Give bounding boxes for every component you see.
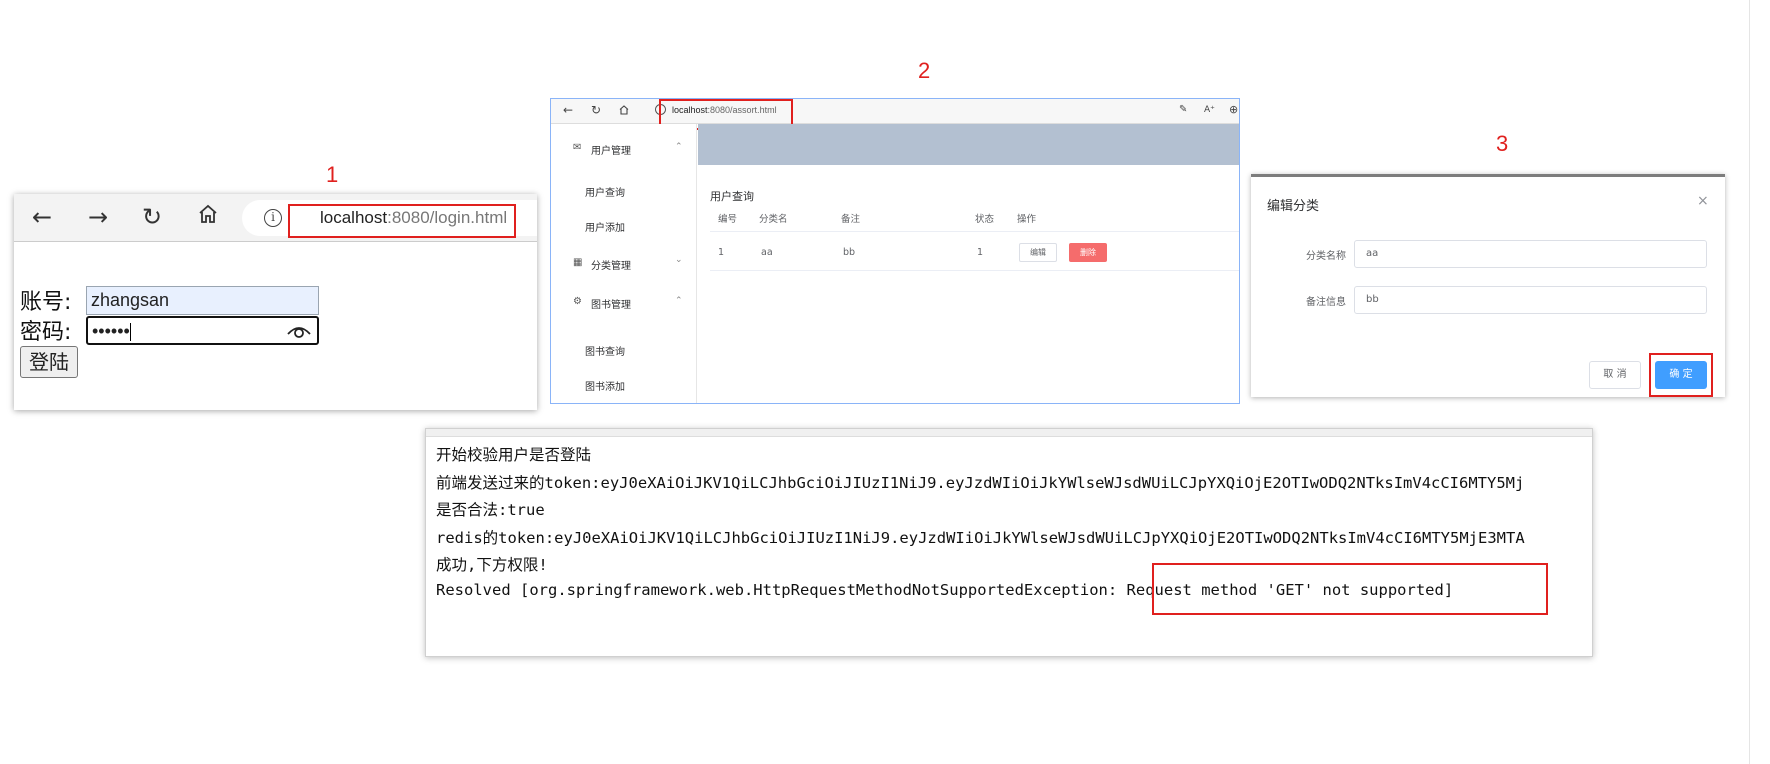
table-header-name: 分类名	[759, 214, 788, 225]
error-highlight-box	[1152, 563, 1548, 615]
chevron-up-icon[interactable]: ⌃	[675, 296, 683, 306]
sidebar-item-book-query[interactable]: 图书查询	[585, 343, 625, 358]
home-icon[interactable]	[618, 104, 630, 119]
refresh-icon[interactable]: ↻	[142, 204, 162, 230]
table-cell-note: bb	[843, 247, 856, 258]
info-icon[interactable]: i	[264, 209, 282, 227]
table-cell-name: aa	[761, 247, 773, 258]
sidebar-group-book[interactable]: 图书管理	[591, 296, 631, 311]
log-line: redis的token:eyJ0eXAiOiJKV1QiLCJhbGciOiJI…	[436, 529, 1525, 547]
browser-toolbar-small: ← ↻ i localhost:8080/assort.html ✎ A⁺ ⊕	[551, 99, 1239, 124]
home-icon[interactable]	[196, 202, 220, 231]
category-name-label: 分类名称	[1306, 251, 1346, 262]
note-label: 备注信息	[1306, 297, 1346, 308]
pen-icon[interactable]: ✎	[1179, 104, 1187, 115]
table-divider	[710, 270, 1239, 271]
chevron-up-icon[interactable]: ⌃	[675, 142, 683, 152]
sidebar-group-user[interactable]: 用户管理	[591, 142, 631, 157]
url-highlight-box	[288, 204, 516, 238]
table-cell-status: 1	[977, 247, 984, 258]
edit-button[interactable]: 编辑	[1019, 243, 1057, 262]
grid-icon: ▦	[573, 257, 583, 268]
login-page-screenshot: ← → ↻ i localhost:8080/login.html 账号: zh…	[14, 194, 537, 410]
log-line: 是否合法:true	[436, 501, 545, 519]
password-dots: ••••••	[92, 321, 130, 341]
eye-icon[interactable]	[286, 322, 312, 349]
zoom-icon[interactable]: ⊕	[1229, 103, 1238, 116]
page-header-bar	[698, 124, 1239, 165]
forward-arrow-icon[interactable]: →	[88, 204, 108, 230]
table-header-id: 编号	[718, 214, 738, 225]
gear-icon: ⚙	[573, 296, 582, 307]
log-line: 开始校验用户是否登陆	[436, 446, 592, 464]
read-aloud-icon[interactable]: A⁺	[1204, 105, 1215, 115]
password-input[interactable]: ••••••	[86, 316, 319, 345]
sidebar-menu: ✉ 用户管理 ⌃ 用户查询 用户添加 ▦ 分类管理 ⌄ ⚙ 图书管理 ⌃ 图书查…	[551, 124, 697, 403]
close-icon[interactable]: ×	[1697, 193, 1709, 209]
confirm-highlight-box	[1649, 353, 1713, 397]
note-input[interactable]: bb	[1354, 286, 1707, 314]
cancel-button[interactable]: 取 消	[1589, 361, 1641, 389]
annotation-number-3: 3	[1496, 131, 1509, 156]
account-label: 账号:	[20, 290, 72, 315]
annotation-number-2: 2	[918, 58, 931, 83]
console-top-bar	[426, 429, 1592, 437]
console-log-panel: 开始校验用户是否登陆 前端发送过来的token:eyJ0eXAiOiJKV1Qi…	[425, 428, 1593, 657]
back-arrow-icon[interactable]: ←	[563, 103, 573, 117]
scroll-edge	[1749, 0, 1750, 764]
category-name-input[interactable]: aa	[1354, 240, 1707, 268]
annotation-number-1: 1	[326, 162, 339, 187]
chevron-down-icon[interactable]: ⌄	[675, 255, 683, 265]
sidebar-item-user-query[interactable]: 用户查询	[585, 184, 625, 199]
table-header-status: 状态	[975, 214, 995, 225]
log-line: 成功,下方权限!	[436, 556, 548, 574]
table-cell-id: 1	[718, 247, 725, 258]
table-divider	[710, 231, 1239, 232]
log-line: 前端发送过来的token:eyJ0eXAiOiJKV1QiLCJhbGciOiJ…	[436, 474, 1525, 492]
edit-category-dialog: 编辑分类 × 分类名称 aa 备注信息 bb 取 消 确 定	[1251, 174, 1725, 397]
dialog-title: 编辑分类	[1267, 199, 1320, 214]
delete-button[interactable]: 删除	[1069, 243, 1107, 262]
account-input[interactable]: zhangsan	[86, 286, 319, 315]
sidebar-item-user-add[interactable]: 用户添加	[585, 219, 625, 234]
mail-icon: ✉	[573, 142, 582, 153]
refresh-icon[interactable]: ↻	[591, 103, 601, 117]
text-cursor	[129, 323, 131, 342]
table-header-action: 操作	[1017, 214, 1037, 225]
section-title: 用户查询	[710, 190, 754, 203]
sidebar-group-category[interactable]: 分类管理	[591, 257, 631, 272]
back-arrow-icon[interactable]: ←	[32, 204, 52, 230]
assort-page-screenshot: ← ↻ i localhost:8080/assort.html ✎ A⁺ ⊕ …	[550, 98, 1240, 404]
login-button[interactable]: 登陆	[20, 346, 78, 378]
password-label: 密码:	[20, 320, 72, 345]
sidebar-item-book-add[interactable]: 图书添加	[585, 378, 625, 393]
table-header-note: 备注	[841, 214, 861, 225]
